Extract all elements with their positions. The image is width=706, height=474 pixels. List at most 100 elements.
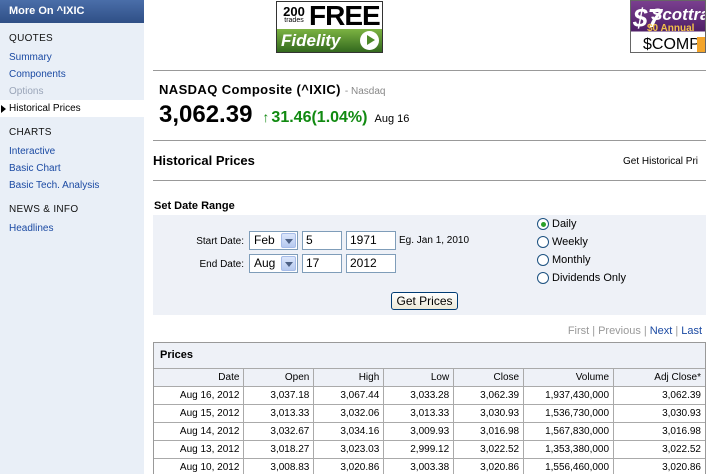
ad-tag-icon (697, 37, 705, 52)
page-title: Historical Prices (153, 153, 255, 168)
sidebar-item-label: Summary (9, 52, 52, 63)
radio-label: Daily (552, 218, 577, 230)
prices-table: Date Open High Low Close Volume Adj Close* Aug… (154, 368, 705, 474)
pager-next[interactable]: Next (650, 325, 673, 337)
table-cell: 3,033.28 (383, 386, 455, 405)
table-cell: 3,037.18 (243, 386, 315, 405)
table-cell: 3,067.44 (313, 386, 385, 405)
frequency-radio-monthly[interactable]: Monthly (537, 253, 591, 267)
prices-panel: Prices Date Open High Low Close Volume Adj Clo… (153, 342, 706, 474)
radio-label: Weekly (552, 236, 588, 248)
index-name: NASDAQ Composite (^IXIC) (159, 82, 341, 97)
sidebar-item-label: Basic Tech. Analysis (9, 180, 100, 191)
price-change: 31.46(1.04%) (271, 109, 368, 126)
ad-brand: Fidelity (277, 29, 382, 52)
start-month-select[interactable]: Feb (249, 231, 298, 250)
start-date-label: Start Date: (196, 236, 244, 247)
sidebar-item-historical-prices: Historical Prices (0, 100, 144, 117)
table-cell: 3,020.86 (313, 458, 385, 474)
start-year-input[interactable]: 1971 (346, 231, 396, 250)
sidebar-item-label: Interactive (9, 146, 56, 157)
table-row: Aug 16, 2012 3,037.18 3,067.44 3,033.28 3,06… (154, 386, 705, 405)
table-cell: 3,008.83 (243, 458, 315, 474)
sidebar-item-basic-chart[interactable]: Basic Chart (0, 160, 144, 177)
exchange-label: - Nasdaq (344, 86, 386, 97)
divider (153, 180, 706, 181)
table-cell: 1,353,380,000 (523, 440, 615, 459)
table-row: Aug 15, 2012 3,013.33 3,032.06 3,013.33 3,03… (154, 404, 705, 423)
pagination: First | Previous | Next | Last (567, 325, 702, 337)
table-cell: 1,536,730,000 (523, 404, 615, 423)
table-cell: 3,022.52 (453, 440, 525, 459)
table-cell: 1,567,830,000 (523, 422, 615, 441)
sidebar-item-basic-tech-analysis[interactable]: Basic Tech. Analysis (0, 177, 144, 194)
frequency-radio-weekly[interactable]: Weekly (537, 235, 588, 249)
date-format-hint: Eg. Jan 1, 2010 (399, 235, 470, 246)
sidebar-item-summary[interactable]: Summary (0, 49, 144, 66)
column-header: Low (383, 368, 455, 387)
table-row: Aug 13, 2012 3,018.27 3,023.03 2,999.12 3,02… (154, 440, 705, 459)
table-cell: 3,032.06 (313, 404, 385, 423)
sidebar-item-label: Historical Prices (9, 103, 81, 114)
fidelity-ad-banner[interactable]: 200 trades FREE Fidelity (276, 1, 383, 53)
sidebar-header: More On ^IXIC (0, 0, 144, 23)
start-day-input[interactable]: 5 (302, 231, 342, 250)
end-year-input[interactable]: 2012 (346, 254, 396, 273)
sidebar: More On ^IXIC QUOTES Summary Components Opt… (0, 0, 144, 474)
ad-brand: Scottra (651, 5, 706, 24)
sidebar-item-interactive[interactable]: Interactive (0, 143, 144, 160)
end-date-label: End Date: (199, 259, 244, 270)
scottrade-ad-banner[interactable]: $7 Scottra $0 Annual $COMP (630, 0, 706, 53)
quote-title: NASDAQ Composite (^IXIC) - Nasdaq (159, 82, 385, 97)
radio-circle-icon[interactable] (537, 236, 549, 248)
last-price: 3,062.39 (159, 101, 253, 128)
table-cell: 3,032.67 (243, 422, 315, 441)
get-historical-prices-label: Get Historical Pri (623, 156, 699, 167)
table-cell: Aug 16, 2012 (154, 386, 245, 405)
table-cell: 3,020.86 (453, 458, 525, 474)
pager-last[interactable]: Last (681, 325, 702, 337)
table-cell: 3,013.33 (383, 404, 455, 423)
table-cell: 3,016.98 (613, 422, 705, 441)
table-cell: 1,556,460,000 (523, 458, 615, 474)
table-cell: 1,937,430,000 (523, 386, 615, 405)
radio-label: Dividends Only (552, 272, 626, 284)
table-row: Aug 14, 2012 3,032.67 3,034.16 3,009.93 3,01… (154, 422, 705, 441)
sidebar-item-components[interactable]: Components (0, 66, 144, 83)
pager-first: First (567, 325, 590, 337)
frequency-radio-dividends-only[interactable]: Dividends Only (537, 271, 626, 285)
sidebar-item-headlines[interactable]: Headlines (0, 220, 144, 237)
radio-circle-icon[interactable] (537, 254, 549, 266)
sidebar-section-title: QUOTES (9, 33, 54, 44)
play-icon (360, 31, 379, 50)
table-cell: 3,016.98 (453, 422, 525, 441)
radio-circle-icon[interactable] (537, 272, 549, 284)
ad-trade-count: 200 trades (283, 4, 305, 24)
ad-comp: $COMP (643, 36, 700, 53)
table-cell: 3,018.27 (243, 440, 315, 459)
get-prices-button[interactable]: Get Prices (391, 292, 458, 310)
column-header: Volume (523, 368, 615, 387)
chevron-down-icon[interactable] (281, 233, 296, 248)
column-header: Adj Close* (613, 368, 705, 387)
chevron-down-icon[interactable] (281, 256, 296, 271)
end-month-select[interactable]: Aug (249, 254, 298, 273)
divider (153, 140, 706, 141)
table-cell: 3,062.39 (613, 386, 705, 405)
table-cell: 3,034.16 (313, 422, 385, 441)
table-cell: 3,013.33 (243, 404, 315, 423)
column-header: Date (154, 368, 245, 387)
ad-annual: $0 Annual (647, 23, 695, 34)
frequency-radio-daily[interactable]: Daily (537, 217, 576, 231)
radio-circle-icon[interactable] (537, 218, 549, 230)
column-header: High (313, 368, 385, 387)
end-day-input[interactable]: 17 (302, 254, 342, 273)
table-cell: 3,020.86 (613, 458, 705, 474)
table-row: Aug 10, 2012 3,008.83 3,020.86 3,003.38 3,02… (154, 458, 705, 474)
radio-label: Monthly (552, 254, 591, 266)
quote-date: Aug 16 (374, 113, 410, 125)
table-cell: 3,030.93 (453, 404, 525, 423)
table-cell: Aug 10, 2012 (154, 458, 245, 474)
table-cell: Aug 13, 2012 (154, 440, 245, 459)
current-page-arrow-icon (1, 105, 6, 113)
